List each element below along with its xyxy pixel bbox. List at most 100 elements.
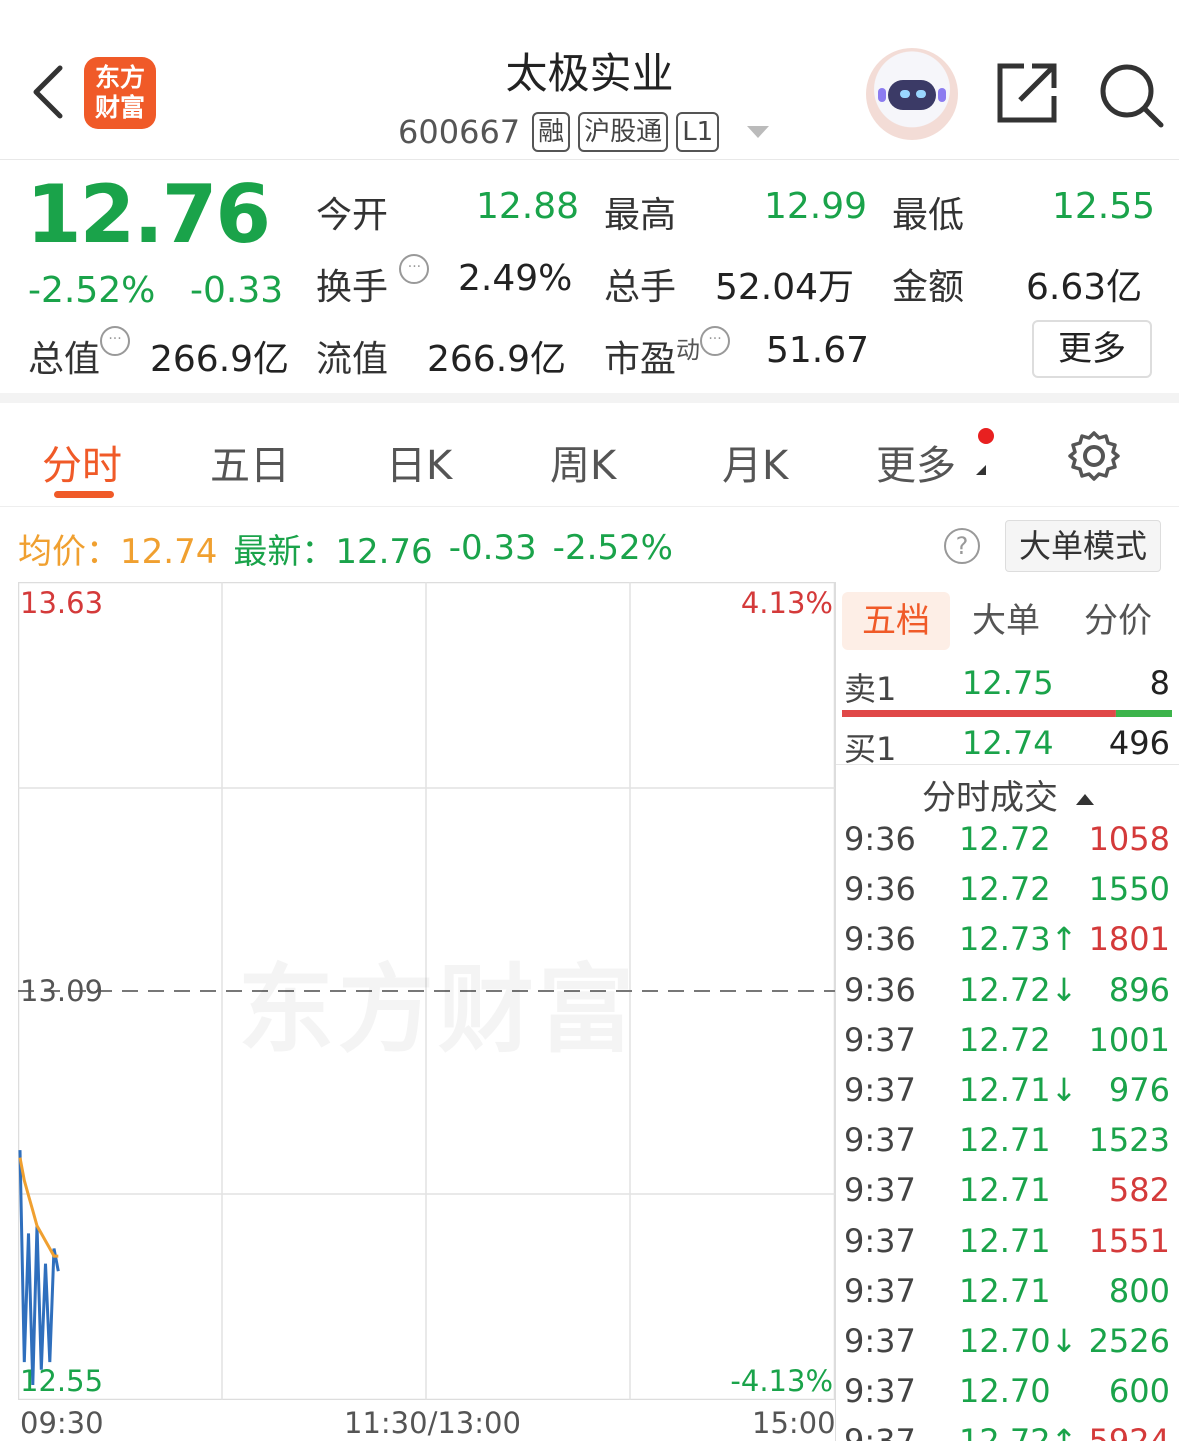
trade-price: 12.73↑ <box>959 920 1078 959</box>
trade-time: 9:36 <box>844 970 916 1009</box>
trade-row: 9:36 12.72 1058 <box>844 820 1170 870</box>
trade-row: 9:36 12.72 1550 <box>844 870 1170 920</box>
pct-axis-bottom-label: -4.13% <box>730 1364 833 1398</box>
trade-price: 12.70 <box>959 1372 1051 1411</box>
low-label: 最低 <box>892 195 965 236</box>
buy-ratio-fill <box>1115 710 1172 717</box>
trade-row: 9:36 12.72↓ 896 <box>844 971 1170 1021</box>
pe-label[interactable]: 市盈动 ··· <box>604 326 731 382</box>
tab-big-orders[interactable]: 大单 <box>956 592 1056 650</box>
open-value: 12.88 <box>476 186 580 227</box>
tab-more[interactable]: 更多 <box>876 433 956 491</box>
trade-volume: 1801 <box>1088 920 1170 959</box>
avg-price: 均价：12.74 <box>18 531 218 572</box>
trade-price: 12.72↓ <box>959 970 1078 1009</box>
high-label: 最高 <box>604 195 677 236</box>
tab-weekly-k[interactable]: 周K <box>550 433 616 491</box>
trade-time: 9:37 <box>844 1422 916 1441</box>
trade-time: 9:37 <box>844 1171 916 1210</box>
active-tab-indicator <box>54 491 114 498</box>
volume-value: 52.04万 <box>715 267 855 308</box>
trades-header[interactable]: 分时成交 <box>836 770 1179 819</box>
help-icon[interactable]: ? <box>944 528 980 564</box>
trade-time: 9:37 <box>844 1121 916 1160</box>
pe-value: 51.67 <box>766 330 870 371</box>
trade-price: 12.71↓ <box>959 1071 1078 1109</box>
float-cap-label: 流值 <box>316 339 389 380</box>
search-icon[interactable] <box>1098 62 1164 128</box>
buy-level-1: 买1 12.74 496 <box>844 724 1170 768</box>
trade-volume: 1550 <box>1088 870 1170 909</box>
float-cap-value: 266.9亿 <box>427 339 567 380</box>
trade-row: 9:37 12.72↑ 5924 <box>844 1422 1170 1441</box>
trade-row: 9:37 12.71 1523 <box>844 1121 1170 1171</box>
sell-level-1: 卖1 12.75 8 <box>844 664 1170 708</box>
trade-time: 9:37 <box>844 1071 916 1109</box>
latest-change-percent: -2.52% <box>552 528 673 568</box>
buy-sell-ratio-bar <box>842 710 1172 717</box>
divider <box>836 764 1179 765</box>
stock-subline[interactable]: 600667 融 沪股通 L1 <box>398 110 770 154</box>
ai-assistant-robot-icon[interactable] <box>866 48 958 140</box>
trade-time: 9:37 <box>844 1271 916 1310</box>
trade-time: 9:36 <box>844 870 916 909</box>
trade-volume: 1551 <box>1088 1221 1170 1260</box>
trade-row: 9:36 12.73↑ 1801 <box>844 920 1170 970</box>
y-axis-mid-label: 13.09 <box>20 974 104 1008</box>
gear-icon[interactable] <box>1068 430 1120 482</box>
high-value: 12.99 <box>764 186 868 227</box>
market-cap-value: 266.9亿 <box>150 339 290 380</box>
trade-volume: 1001 <box>1088 1020 1170 1059</box>
trade-time: 9:37 <box>844 1020 916 1059</box>
trade-volume: 582 <box>1108 1171 1170 1210</box>
collapse-up-icon[interactable] <box>1076 794 1094 805</box>
trade-price: 12.71 <box>959 1171 1051 1210</box>
tab-intraday[interactable]: 分时 <box>42 433 122 491</box>
tab-price-distribution[interactable]: 分价 <box>1068 592 1168 650</box>
intraday-chart[interactable]: 东方财富 13.63 4.13% 13.09 12.55 -4.13% <box>18 582 835 1400</box>
tab-five-day[interactable]: 五日 <box>210 433 290 491</box>
corner-triangle-icon <box>976 465 986 475</box>
more-button[interactable]: 更多 <box>1032 320 1152 378</box>
trade-time: 9:37 <box>844 1322 916 1360</box>
trade-row: 9:37 12.70 600 <box>844 1372 1170 1422</box>
trade-price: 12.71 <box>959 1221 1051 1260</box>
avg-price-line-series <box>18 1157 59 1258</box>
big-order-mode-button[interactable]: 大单模式 <box>1005 520 1161 572</box>
tag-stock-connect: 沪股通 <box>578 112 669 152</box>
open-label: 今开 <box>316 195 389 236</box>
trade-volume: 976 <box>1108 1071 1170 1109</box>
tab-daily-k[interactable]: 日K <box>386 433 452 491</box>
trade-row: 9:37 12.72 1001 <box>844 1021 1170 1071</box>
chevron-down-icon[interactable] <box>747 126 770 138</box>
current-price: 12.76 <box>26 168 271 261</box>
info-dots-icon[interactable]: ··· <box>399 254 430 284</box>
price-summary-line: 均价：12.74 最新：12.76 -0.33 -2.52% <box>18 520 673 576</box>
stock-code: 600667 <box>398 113 521 151</box>
trade-row: 9:37 12.71 582 <box>844 1171 1170 1221</box>
watermark-text: 东方财富 <box>238 932 638 1071</box>
amount-label: 金额 <box>892 267 965 308</box>
share-icon[interactable] <box>996 62 1058 124</box>
info-dots-icon[interactable]: ··· <box>100 326 131 356</box>
tag-margin: 融 <box>532 112 571 152</box>
x-axis-label-close: 15:00 <box>752 1406 836 1440</box>
info-dots-icon[interactable]: ··· <box>700 326 731 356</box>
turnover-value: 2.49% <box>458 258 573 299</box>
trade-volume: 2526 <box>1088 1322 1170 1360</box>
market-cap-label[interactable]: 总值 ··· <box>28 326 131 382</box>
header-bar: 东方 财富 太极实业 600667 融 沪股通 L1 <box>0 0 1179 160</box>
trade-row: 9:37 12.71↓ 976 <box>844 1071 1170 1121</box>
trade-price: 12.71 <box>959 1271 1051 1310</box>
trade-time: 9:36 <box>844 820 916 858</box>
turnover-label[interactable]: 换手 ··· <box>316 254 430 310</box>
order-book-panel: 五档 大单 分价 卖1 12.75 8 买1 12.74 496 分时成交 9:… <box>835 582 1179 1441</box>
change-amount: -0.33 <box>190 270 284 311</box>
tab-five-level[interactable]: 五档 <box>842 592 950 650</box>
trade-row: 9:37 12.70↓ 2526 <box>844 1322 1170 1372</box>
y-axis-top-label: 13.63 <box>20 586 104 620</box>
trade-row: 9:37 12.71 800 <box>844 1272 1170 1322</box>
y-axis-bottom-label: 12.55 <box>20 1364 104 1398</box>
tab-monthly-k[interactable]: 月K <box>722 433 788 491</box>
trade-price: 12.71 <box>959 1121 1051 1160</box>
